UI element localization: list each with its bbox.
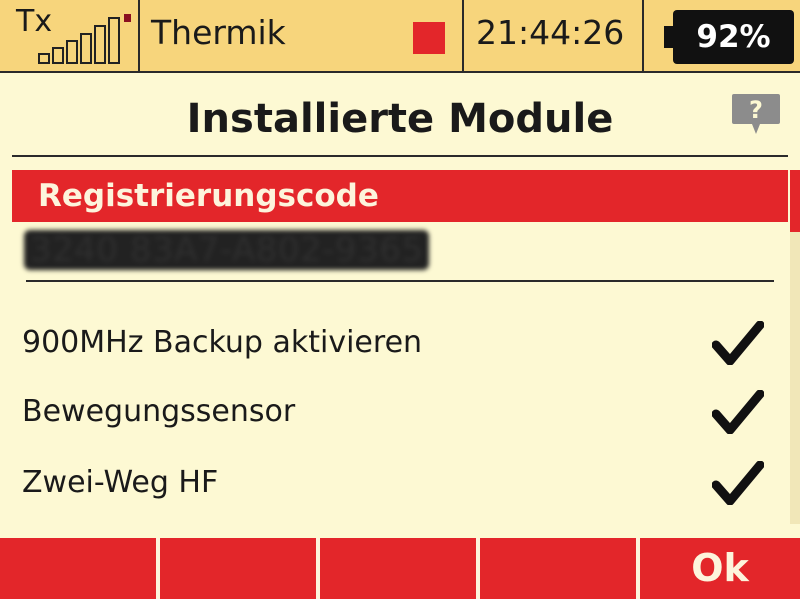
softkey-bar: Ok: [0, 538, 800, 599]
softkey-1[interactable]: [0, 538, 158, 599]
softkey-label: [480, 538, 640, 599]
softkey-label: [160, 538, 320, 599]
softkey-4[interactable]: [480, 538, 636, 599]
battery-icon: 92%: [664, 10, 794, 64]
status-divider: [462, 0, 464, 71]
battery-percent: 92%: [696, 19, 771, 55]
signal-strength-icon: [38, 14, 131, 64]
module-label: Bewegungssensor: [22, 394, 296, 429]
page-title: Installierte Module: [186, 96, 614, 142]
softkey-label: [0, 538, 160, 599]
svg-text:?: ?: [749, 96, 763, 124]
section-divider: [26, 280, 774, 282]
status-divider: [138, 0, 140, 71]
help-icon[interactable]: ?: [730, 92, 782, 136]
module-row[interactable]: Zwei-Weg HF: [0, 453, 800, 513]
ok-button[interactable]: Ok: [640, 538, 800, 599]
ok-button-label: Ok: [691, 546, 749, 590]
module-row[interactable]: 900MHz Backup aktivieren: [0, 313, 800, 373]
clock: 21:44:26: [476, 13, 625, 52]
registration-code: 3240 83A7-A802-9365: [24, 230, 430, 270]
checkmark-icon: [712, 461, 764, 505]
status-bar: Tx Thermik 21:44:26 92%: [0, 0, 800, 73]
stop-indicator-icon: [413, 22, 445, 54]
title-divider: [12, 155, 788, 157]
status-divider: [642, 0, 644, 71]
checkmark-icon: [712, 390, 764, 434]
module-label: Zwei-Weg HF: [22, 465, 219, 500]
section-header-registration[interactable]: Registrierungscode: [12, 170, 788, 222]
checkmark-icon: [712, 321, 764, 365]
softkey-2[interactable]: [160, 538, 316, 599]
module-label: 900MHz Backup aktivieren: [22, 325, 423, 360]
scrollbar-thumb[interactable]: [790, 170, 800, 232]
softkey-3[interactable]: [320, 538, 476, 599]
module-row[interactable]: Bewegungssensor: [0, 382, 800, 442]
softkey-label: [320, 538, 480, 599]
model-name[interactable]: Thermik: [151, 13, 286, 52]
